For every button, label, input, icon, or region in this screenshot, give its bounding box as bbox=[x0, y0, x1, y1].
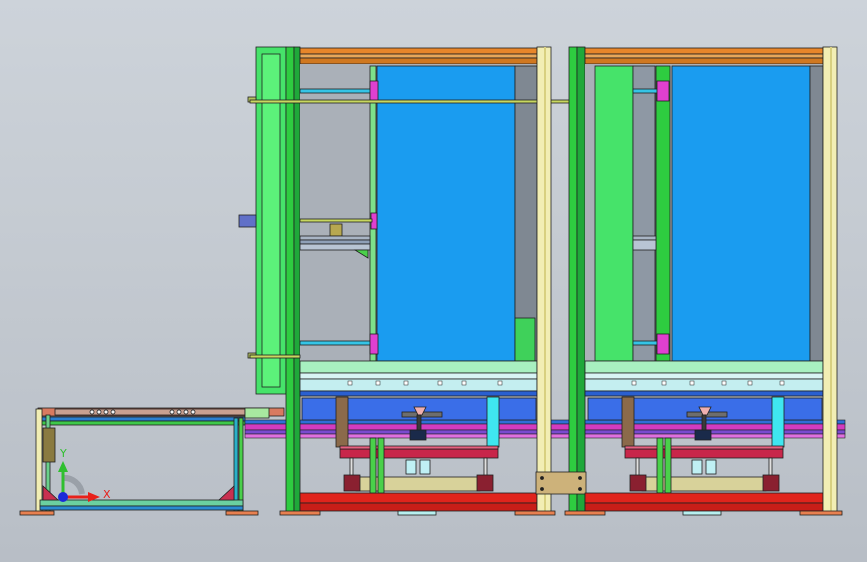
left-tower-top-beam-3 bbox=[299, 57, 538, 65]
right-tower-door-panel-stripe bbox=[632, 65, 656, 362]
left-tower-bolt-bar-3 bbox=[299, 390, 538, 397]
conveyor-roller-strip bbox=[54, 408, 246, 416]
right-tower-sled-block-right bbox=[762, 474, 780, 492]
conveyor-corner-brace-left bbox=[42, 485, 60, 501]
right-tower-bolt-bar-2 bbox=[584, 378, 824, 392]
left-tower-cross-rod-low bbox=[249, 354, 301, 359]
left-tower-crimson-rail bbox=[339, 448, 499, 459]
right-tower-light-bar bbox=[584, 360, 824, 374]
left-tower-mid-bracket bbox=[329, 223, 343, 237]
splice-tan-plate bbox=[535, 471, 587, 495]
left-tower-bolt-bar bbox=[299, 372, 538, 380]
triad-z-origin-icon bbox=[58, 492, 68, 502]
right-tower-steel-shelf-2 bbox=[632, 239, 657, 251]
conveyor-rail-green bbox=[39, 420, 246, 426]
right-tower-foot-plate bbox=[682, 510, 722, 516]
left-tower-steel-shelf-2 bbox=[299, 239, 371, 245]
left-tower-red-base-2 bbox=[299, 502, 538, 512]
right-tower-cream-post-edge bbox=[830, 47, 832, 512]
left-tower-blue-panel bbox=[376, 65, 516, 362]
right-tower-sled-block-left bbox=[629, 474, 647, 492]
right-tower-cyan-column bbox=[771, 396, 785, 448]
right-tower-red-base-2 bbox=[584, 502, 824, 512]
conveyor-end-cap bbox=[244, 407, 270, 419]
right-tower-arm bbox=[621, 396, 635, 448]
left-tower-arm bbox=[335, 396, 349, 448]
right-tower-crimson-rail bbox=[624, 448, 784, 459]
right-tower-red-base bbox=[584, 492, 824, 504]
left-tower-steel-shelf-3 bbox=[299, 243, 371, 251]
left-tower-crimson-rail-top bbox=[339, 445, 499, 450]
conveyor-corner-brace-right bbox=[217, 485, 235, 501]
left-tower-clamp-top bbox=[369, 80, 379, 102]
left-tower-clamp-bottom bbox=[369, 333, 379, 355]
left-tower-post-foot bbox=[514, 510, 556, 516]
left-tower-green-block bbox=[514, 317, 536, 362]
triad-y-arrow-icon bbox=[58, 461, 68, 472]
left-tower-light-bar bbox=[299, 360, 538, 374]
right-tower-clamp-top bbox=[656, 80, 670, 102]
right-tower-steel-shelf bbox=[632, 235, 657, 241]
right-tower-top-beam-3 bbox=[584, 57, 824, 65]
left-tower-rod-top bbox=[299, 88, 373, 94]
left-tower[interactable] bbox=[238, 46, 581, 516]
left-tower-green-post-a bbox=[285, 46, 295, 513]
left-tower-cream-post-edge bbox=[544, 47, 546, 512]
right-tower-bolt-bar bbox=[584, 372, 824, 380]
left-tower-side-door-inner bbox=[261, 53, 281, 388]
left-tower-panel-shadow bbox=[514, 65, 538, 362]
conveyor-floor-plate-left bbox=[19, 510, 55, 516]
right-tower-panel-shadow bbox=[809, 65, 824, 362]
conveyor-bottom-rail-2 bbox=[39, 505, 244, 511]
coordinate-triad: X Y bbox=[58, 447, 111, 502]
cad-assembly-viewport[interactable]: X Y bbox=[0, 0, 867, 562]
left-tower-steel-shelf bbox=[299, 235, 371, 241]
right-tower[interactable] bbox=[564, 46, 843, 516]
conveyor-floor-plate-right bbox=[225, 510, 259, 516]
left-tower-cyan-column bbox=[486, 396, 500, 448]
conveyor-rail-blue bbox=[39, 416, 246, 422]
right-tower-spring-posts bbox=[635, 457, 773, 477]
right-tower-crimson-rail-top bbox=[624, 445, 784, 450]
right-tower-top-beam-2 bbox=[584, 53, 824, 59]
left-tower-top-beam bbox=[299, 47, 538, 55]
left-tower-door-handle[interactable] bbox=[238, 214, 257, 228]
right-tower-clamp-bottom bbox=[656, 333, 670, 355]
left-tower-lower-post-a bbox=[369, 437, 377, 494]
left-tower-sled-block-right bbox=[476, 474, 494, 492]
left-tower-green-post-b bbox=[293, 46, 301, 513]
left-tower-foot-plate bbox=[397, 510, 437, 516]
right-tower-lower-post-b bbox=[664, 437, 672, 494]
right-tower-floor-plate bbox=[564, 510, 606, 516]
splice-green-post-a bbox=[568, 46, 578, 513]
left-tower-cross-rod-top bbox=[249, 99, 581, 104]
left-tower-lower-post-b bbox=[377, 437, 385, 494]
right-tower-top-beam bbox=[584, 47, 824, 55]
right-tower-lower-post-a bbox=[656, 437, 664, 494]
right-tower-guide-rail bbox=[655, 65, 671, 362]
left-tower-rod-bottom bbox=[299, 340, 373, 346]
conveyor-bottom-rail bbox=[39, 499, 244, 507]
right-tower-post-foot bbox=[799, 510, 843, 516]
left-tower-top-beam-2 bbox=[299, 53, 538, 59]
left-tower-red-base bbox=[299, 492, 538, 504]
conveyor-side-block bbox=[42, 427, 56, 463]
right-tower-blue-panel bbox=[671, 65, 811, 362]
right-tower-door-panel[interactable] bbox=[594, 65, 634, 362]
right-tower-rod-top bbox=[632, 88, 659, 94]
right-tower-gripper-body bbox=[694, 429, 712, 441]
splice-green-post-b bbox=[576, 46, 586, 513]
right-tower-rod-bottom bbox=[632, 340, 659, 346]
triad-x-label: X bbox=[103, 488, 111, 501]
left-tower-gripper-body bbox=[409, 429, 427, 441]
left-tower-sled-block-left bbox=[343, 474, 361, 492]
left-tower-cross-rod-mid bbox=[299, 218, 373, 223]
conveyor-right-leg-b bbox=[238, 417, 244, 513]
triad-rotation-arc bbox=[61, 474, 85, 495]
left-tower-floor-plate bbox=[279, 510, 321, 516]
right-tower-bolt-bar-3 bbox=[584, 390, 824, 397]
triad-y-label: Y bbox=[59, 447, 67, 460]
conveyor-left-leg bbox=[35, 408, 43, 513]
conveyor-right-leg-a bbox=[233, 417, 239, 513]
